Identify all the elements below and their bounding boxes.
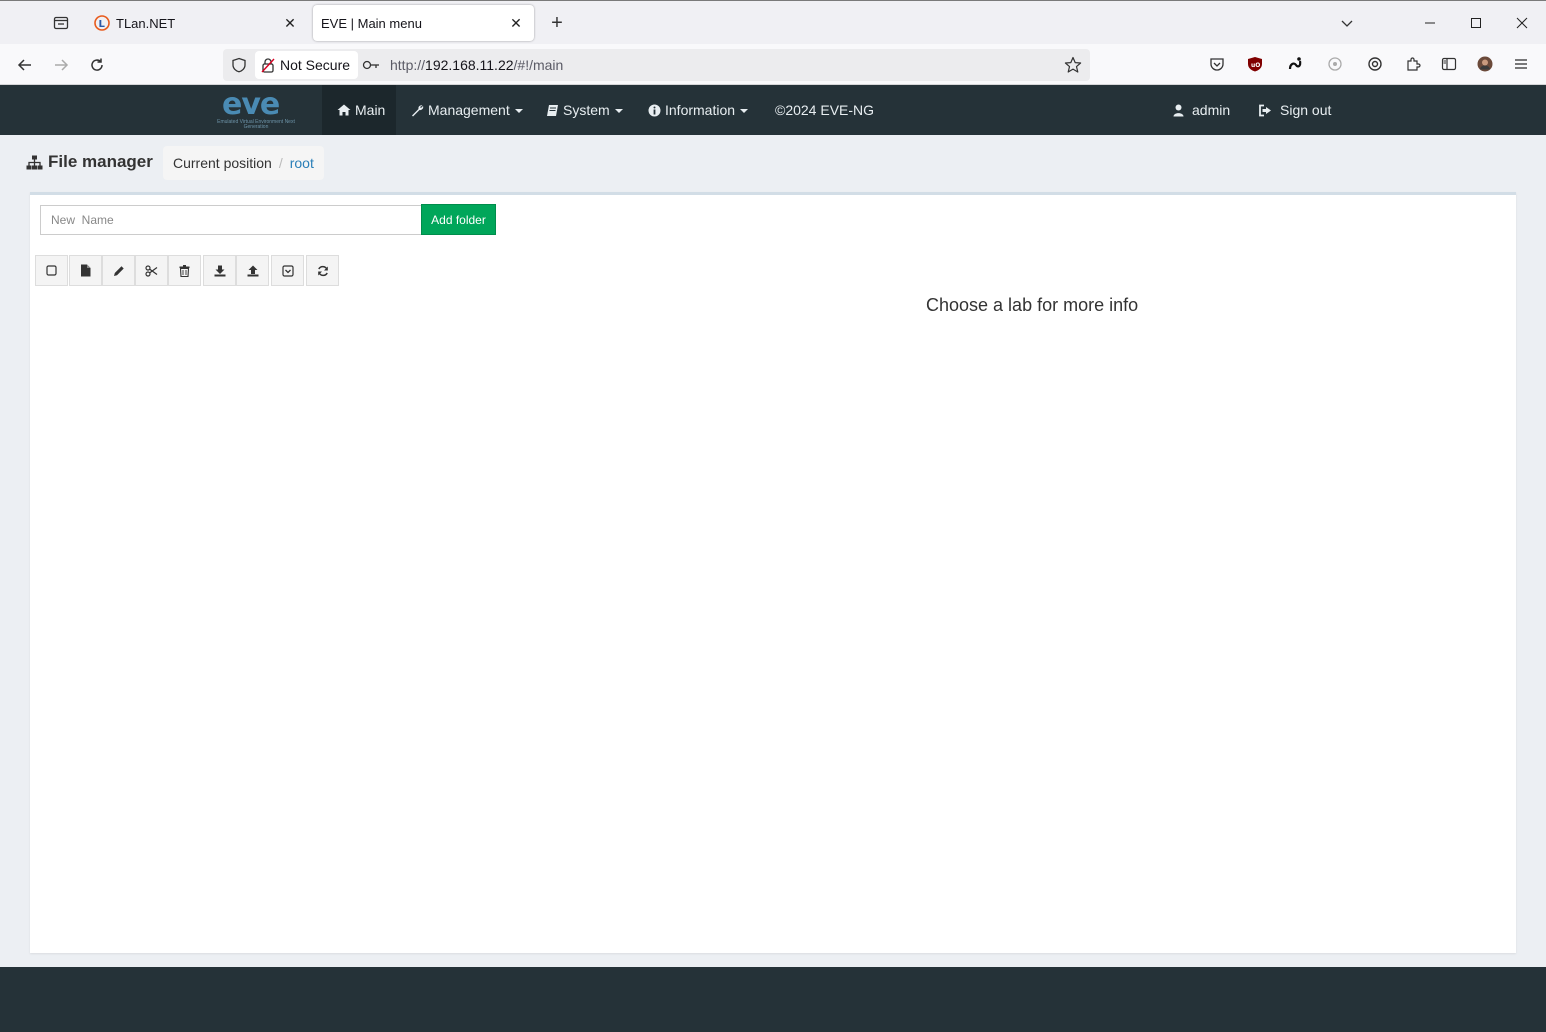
refresh-icon bbox=[317, 265, 328, 276]
wrench-icon bbox=[411, 104, 424, 117]
sync-icon[interactable] bbox=[1364, 53, 1386, 75]
close-icon[interactable]: ✕ bbox=[280, 13, 300, 33]
select-all-icon bbox=[46, 265, 57, 276]
breadcrumb-label: Current position bbox=[173, 155, 272, 171]
page-title-text: File manager bbox=[48, 152, 153, 171]
info-circle-icon bbox=[648, 104, 661, 117]
book-icon bbox=[546, 104, 559, 117]
move-button[interactable] bbox=[135, 255, 168, 286]
breadcrumb-root-link[interactable]: root bbox=[290, 155, 314, 171]
gnome-icon[interactable] bbox=[1284, 53, 1306, 75]
caret-down-icon bbox=[514, 108, 523, 113]
browser-tab-eve[interactable]: EVE | Main menu ✕ bbox=[313, 5, 534, 41]
url-host: 192.168.11.22 bbox=[425, 57, 514, 73]
url-text[interactable]: http://192.168.11.22/#!/main bbox=[390, 57, 563, 73]
tlan-icon: L bbox=[94, 15, 110, 31]
nav-user[interactable]: admin bbox=[1173, 85, 1230, 135]
nav-information-label: Information bbox=[665, 102, 736, 118]
svg-text:uO: uO bbox=[1251, 62, 1260, 69]
browser-tab-tlan[interactable]: L TLan.NET ✕ bbox=[86, 5, 308, 41]
forward-icon[interactable] bbox=[46, 50, 76, 80]
ublock-icon[interactable]: uO bbox=[1244, 53, 1266, 75]
rename-button[interactable] bbox=[102, 255, 135, 286]
refresh-button[interactable] bbox=[306, 255, 339, 286]
nav-main[interactable]: Main bbox=[322, 85, 396, 135]
nav-management-label: Management bbox=[428, 102, 510, 118]
back-icon[interactable] bbox=[10, 50, 40, 80]
caret-down-icon bbox=[614, 108, 623, 113]
extension-puzzle-icon[interactable] bbox=[1324, 53, 1346, 75]
new-file-icon bbox=[81, 264, 91, 277]
select-all-button[interactable] bbox=[35, 255, 68, 286]
firefox-view-icon[interactable] bbox=[46, 9, 76, 37]
menu-hamburger-icon[interactable] bbox=[1510, 53, 1532, 75]
archive-button[interactable] bbox=[271, 255, 304, 286]
home-icon bbox=[337, 104, 351, 116]
close-icon[interactable]: ✕ bbox=[506, 13, 526, 33]
window-close-icon[interactable] bbox=[1507, 9, 1537, 37]
reload-icon[interactable] bbox=[82, 50, 112, 80]
maximize-icon[interactable] bbox=[1461, 9, 1491, 37]
nav-sign-out-label: Sign out bbox=[1280, 102, 1332, 118]
file-manager-panel: Add folder Choose a lab for more info bbox=[30, 192, 1516, 953]
eve-logo[interactable]: eve Emulated Virtual Environment Next Ge… bbox=[208, 87, 302, 130]
breadcrumb-separator: / bbox=[278, 155, 283, 171]
chevron-down-icon[interactable] bbox=[1332, 9, 1362, 37]
footer bbox=[0, 967, 1546, 1032]
browser-tab-bar: L TLan.NET ✕ EVE | Main menu ✕ + bbox=[0, 0, 1546, 44]
delete-button[interactable] bbox=[168, 255, 201, 286]
cut-icon bbox=[145, 264, 158, 277]
archive-icon bbox=[281, 264, 294, 277]
delete-icon bbox=[179, 264, 190, 277]
logo-subtext: Emulated Virtual Environment Next Genera… bbox=[217, 119, 295, 130]
logo-text: eve bbox=[222, 87, 280, 122]
extensions-icon[interactable] bbox=[1402, 53, 1424, 75]
sign-out-icon bbox=[1258, 104, 1272, 117]
user-icon bbox=[1173, 104, 1184, 117]
edit-icon bbox=[113, 265, 124, 276]
security-label: Not Secure bbox=[280, 57, 351, 73]
new-lab-button[interactable] bbox=[69, 255, 102, 286]
nav-copyright: ©2024 EVE-NG bbox=[775, 102, 875, 118]
minimize-icon[interactable] bbox=[1415, 9, 1445, 37]
shield-icon[interactable] bbox=[229, 55, 249, 75]
import-icon bbox=[214, 265, 225, 276]
key-icon[interactable] bbox=[360, 55, 382, 75]
tab-title: TLan.NET bbox=[116, 15, 176, 31]
new-name-input[interactable] bbox=[40, 205, 422, 235]
browser-nav-bar: Not Secure http://192.168.11.22/#!/main … bbox=[0, 44, 1546, 85]
account-avatar-icon[interactable] bbox=[1474, 53, 1496, 75]
url-prefix: http:// bbox=[390, 57, 426, 73]
nav-user-label: admin bbox=[1192, 102, 1231, 118]
export-button[interactable] bbox=[236, 255, 269, 286]
new-tab-icon[interactable]: + bbox=[544, 10, 570, 36]
pocket-icon[interactable] bbox=[1206, 53, 1228, 75]
address-bar[interactable]: Not Secure http://192.168.11.22/#!/main bbox=[223, 49, 1090, 81]
lab-info-placeholder: Choose a lab for more info bbox=[926, 295, 1139, 315]
bookmark-star-icon[interactable] bbox=[1062, 54, 1084, 76]
breadcrumb: Current position / root bbox=[163, 146, 324, 180]
nav-information[interactable]: Information bbox=[648, 85, 749, 135]
nav-sign-out[interactable]: Sign out bbox=[1258, 85, 1331, 135]
export-icon bbox=[247, 265, 258, 276]
nav-management[interactable]: Management bbox=[411, 85, 523, 135]
lock-broken-icon bbox=[261, 58, 275, 73]
tab-title: EVE | Main menu bbox=[321, 15, 422, 31]
url-path: /#!/main bbox=[513, 57, 564, 73]
svg-text:L: L bbox=[99, 19, 106, 30]
page-title: File manager bbox=[26, 152, 153, 172]
nav-system[interactable]: System bbox=[546, 85, 623, 135]
caret-down-icon bbox=[740, 108, 749, 113]
nav-system-label: System bbox=[563, 102, 610, 118]
import-button[interactable] bbox=[203, 255, 236, 286]
nav-main-label: Main bbox=[355, 102, 386, 118]
sitemap-icon bbox=[26, 155, 43, 169]
sidebar-icon[interactable] bbox=[1438, 53, 1460, 75]
not-secure-indicator[interactable]: Not Secure bbox=[255, 51, 359, 79]
add-folder-button[interactable]: Add folder bbox=[421, 204, 496, 235]
app-top-nav: eve Emulated Virtual Environment Next Ge… bbox=[0, 85, 1546, 135]
